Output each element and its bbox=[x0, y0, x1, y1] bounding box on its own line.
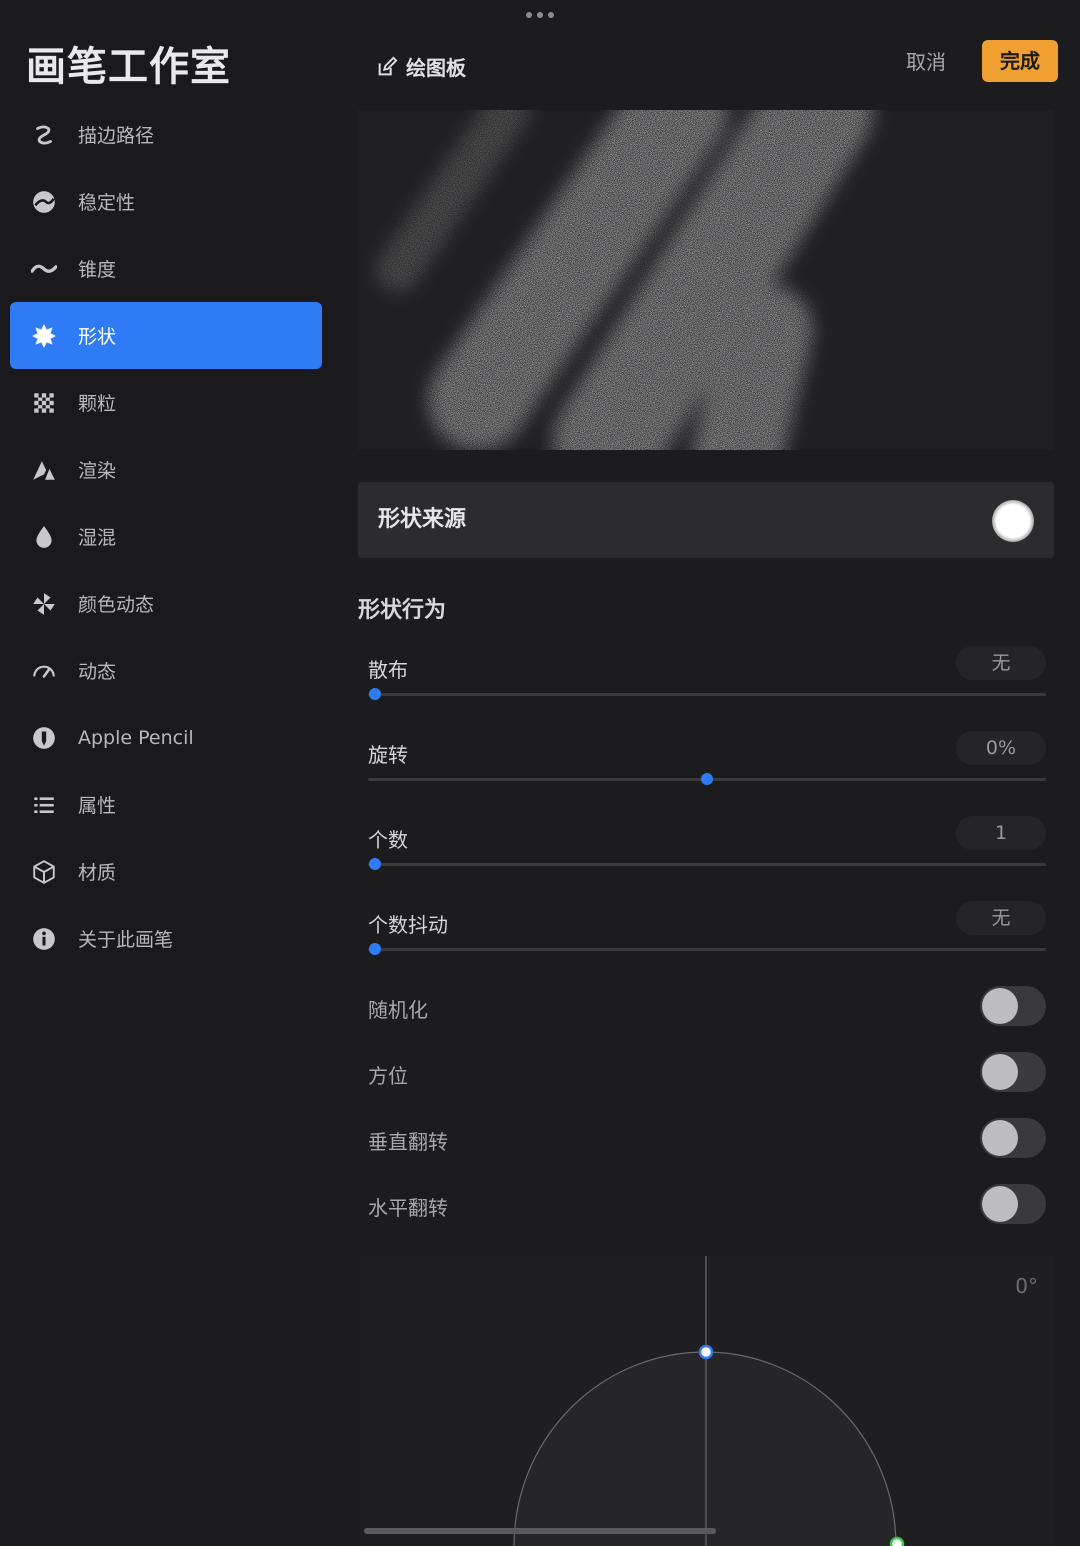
slider-track[interactable] bbox=[368, 863, 1046, 866]
sidebar-item-materials[interactable]: 材质 bbox=[10, 838, 322, 905]
sidebar-item-label: Apple Pencil bbox=[78, 726, 194, 749]
randomize-toggle-row: 随机化 bbox=[368, 986, 1046, 1030]
dynamics-icon bbox=[10, 658, 78, 684]
shape-source-thumbnail[interactable] bbox=[992, 500, 1034, 542]
grain-icon bbox=[10, 390, 78, 416]
roundness-handle[interactable] bbox=[889, 1536, 905, 1546]
edit-icon bbox=[378, 56, 398, 75]
sidebar-item-color-dynamics[interactable]: 颜色动态 bbox=[10, 570, 322, 637]
sidebar-item-wet-mix[interactable]: 湿混 bbox=[10, 503, 322, 570]
sidebar-item-properties[interactable]: 属性 bbox=[10, 771, 322, 838]
brush-stroke-preview bbox=[376, 110, 873, 450]
shape-behavior-title: 形状行为 bbox=[358, 598, 447, 623]
slider-track[interactable] bbox=[368, 693, 1046, 696]
flip-y-toggle-row: 垂直翻转 bbox=[368, 1118, 1046, 1162]
sidebar-item-rendering[interactable]: 渲染 bbox=[10, 436, 322, 503]
stabilization-icon bbox=[10, 189, 78, 215]
brush-preview-canvas[interactable] bbox=[358, 110, 1054, 450]
slider-value[interactable]: 0% bbox=[956, 731, 1046, 765]
apple-pencil-icon bbox=[10, 725, 78, 751]
properties-icon bbox=[10, 792, 78, 818]
sidebar-item-apple-pencil[interactable]: Apple Pencil bbox=[10, 704, 322, 771]
scroll-indicator[interactable] bbox=[364, 1528, 716, 1534]
sidebar-item-about-brush[interactable]: 关于此画笔 bbox=[10, 905, 322, 972]
sidebar-item-label: 形状 bbox=[78, 326, 117, 348]
shape-icon bbox=[10, 323, 78, 349]
angle-handle[interactable] bbox=[698, 1344, 714, 1360]
wet-mix-icon bbox=[10, 524, 78, 550]
shape-source-label: 形状来源 bbox=[378, 507, 467, 532]
count-jitter-slider[interactable]: 个数抖动 无 bbox=[368, 901, 1046, 969]
brush-studio-sidebar: 画笔工作室 描边路径 稳定性 锥度 形状 颗粒 渲染 湿混 颜色动态 动态 Ap… bbox=[0, 0, 336, 1546]
shape-source-row[interactable]: 形状来源 bbox=[358, 482, 1054, 558]
sidebar-item-shape[interactable]: 形状 bbox=[10, 302, 322, 369]
slider-knob[interactable] bbox=[368, 943, 381, 955]
slider-value[interactable]: 1 bbox=[956, 816, 1046, 850]
sidebar-item-dynamics[interactable]: 动态 bbox=[10, 637, 322, 704]
sidebar-item-label: 颜色动态 bbox=[78, 594, 155, 616]
sidebar-item-grain[interactable]: 颗粒 bbox=[10, 369, 322, 436]
slider-label: 散布 bbox=[368, 658, 408, 682]
slider-knob[interactable] bbox=[368, 688, 381, 700]
toggle-knob bbox=[982, 1186, 1018, 1222]
sidebar-item-label: 关于此画笔 bbox=[78, 929, 174, 951]
azimuth-toggle[interactable] bbox=[980, 1052, 1046, 1092]
slider-value[interactable]: 无 bbox=[956, 646, 1046, 680]
materials-icon bbox=[10, 859, 78, 885]
slider-track[interactable] bbox=[368, 948, 1046, 951]
toggle-knob bbox=[982, 988, 1018, 1024]
sidebar-item-label: 动态 bbox=[78, 661, 117, 683]
sidebar-item-taper[interactable]: 锥度 bbox=[10, 235, 322, 302]
toggle-knob bbox=[982, 1054, 1018, 1090]
toggle-label: 水平翻转 bbox=[368, 1196, 448, 1220]
flip-x-toggle[interactable] bbox=[980, 1184, 1046, 1224]
sidebar-item-label: 属性 bbox=[78, 795, 117, 817]
drawing-pad-button[interactable]: 绘图板 bbox=[376, 52, 466, 81]
roundness-graph bbox=[513, 1256, 905, 1546]
slider-knob[interactable] bbox=[368, 858, 381, 870]
flip-x-toggle-row: 水平翻转 bbox=[368, 1184, 1046, 1228]
sidebar-item-stabilization[interactable]: 稳定性 bbox=[10, 168, 322, 235]
rotation-slider[interactable]: 旋转 0% bbox=[368, 731, 1046, 799]
sidebar-item-label: 锥度 bbox=[78, 259, 117, 281]
rendering-icon bbox=[10, 457, 78, 483]
toggle-label: 垂直翻转 bbox=[368, 1130, 448, 1154]
stroke-path-icon bbox=[10, 122, 78, 148]
toggle-knob bbox=[982, 1120, 1018, 1156]
sidebar-item-label: 稳定性 bbox=[78, 192, 136, 214]
color-dynamics-icon bbox=[10, 591, 78, 617]
sidebar-item-label: 颗粒 bbox=[78, 393, 117, 415]
cancel-button[interactable]: 取消 bbox=[896, 44, 956, 80]
azimuth-toggle-row: 方位 bbox=[368, 1052, 1046, 1096]
count-slider[interactable]: 个数 1 bbox=[368, 816, 1046, 884]
flip-y-toggle[interactable] bbox=[980, 1118, 1046, 1158]
angle-value: 0° bbox=[1015, 1274, 1038, 1298]
sidebar-item-stroke-path[interactable]: 描边路径 bbox=[10, 101, 322, 168]
slider-label: 个数 bbox=[368, 828, 408, 852]
slider-knob[interactable] bbox=[701, 773, 713, 785]
taper-icon bbox=[10, 256, 78, 282]
randomize-toggle[interactable] bbox=[980, 986, 1046, 1026]
toggle-label: 方位 bbox=[368, 1064, 408, 1088]
info-icon bbox=[10, 926, 78, 952]
window-handle-icon[interactable] bbox=[526, 12, 554, 18]
roundness-angle-editor[interactable]: 0° bbox=[360, 1256, 1054, 1546]
toggle-label: 随机化 bbox=[368, 998, 428, 1022]
slider-label: 个数抖动 bbox=[368, 913, 448, 937]
sidebar-item-label: 材质 bbox=[78, 862, 117, 884]
drawing-pad-label: 绘图板 bbox=[406, 56, 466, 80]
slider-value[interactable]: 无 bbox=[956, 901, 1046, 935]
done-button[interactable]: 完成 bbox=[982, 40, 1058, 82]
sidebar-item-label: 描边路径 bbox=[78, 125, 155, 147]
scatter-slider[interactable]: 散布 无 bbox=[368, 646, 1046, 714]
sidebar-item-label: 湿混 bbox=[78, 527, 117, 549]
sidebar-item-label: 渲染 bbox=[78, 460, 117, 482]
sidebar-nav: 描边路径 稳定性 锥度 形状 颗粒 渲染 湿混 颜色动态 动态 Apple Pe… bbox=[10, 101, 322, 972]
slider-label: 旋转 bbox=[368, 743, 408, 767]
studio-title: 画笔工作室 bbox=[26, 44, 231, 90]
